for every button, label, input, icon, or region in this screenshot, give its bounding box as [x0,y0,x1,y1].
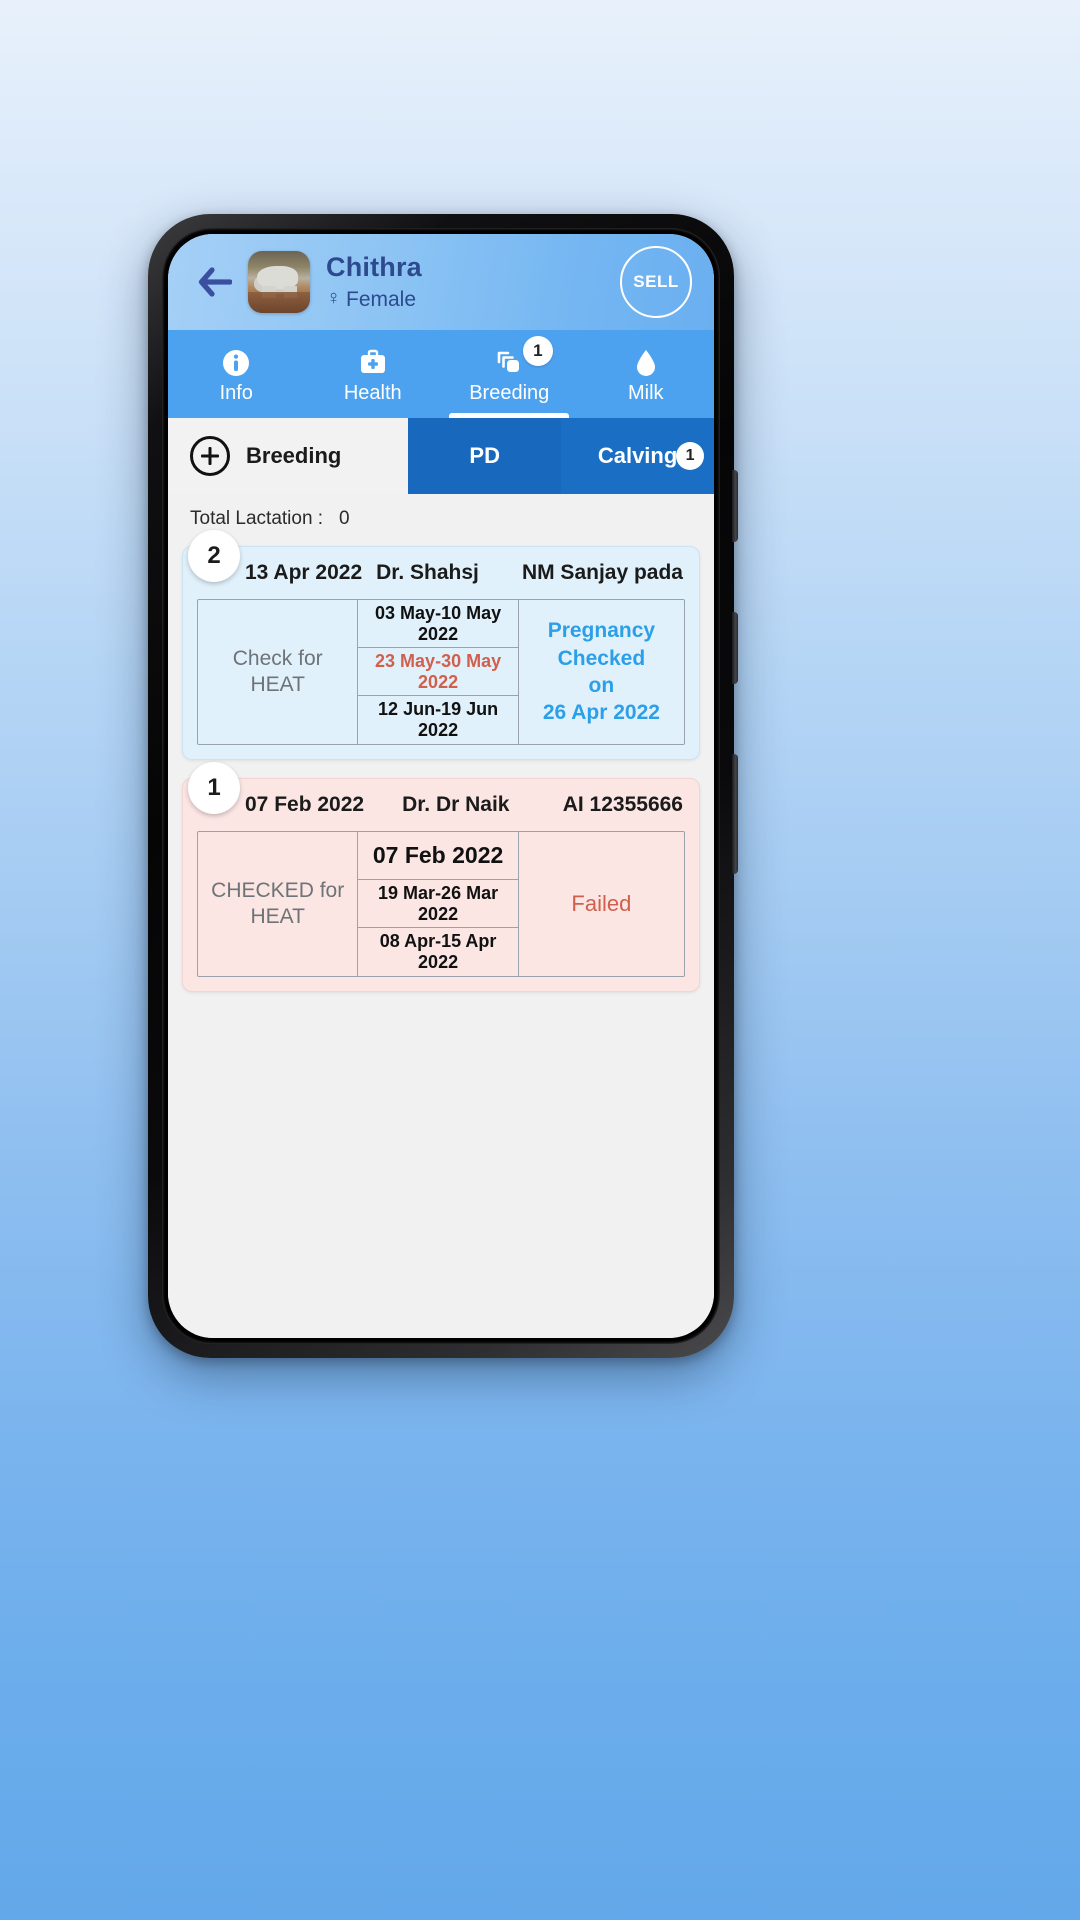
phone-frame: Chithra ♀ Female SELL Info Health Breedi… [148,214,738,1358]
record-status-line2: on [588,674,615,697]
volume-up-button[interactable] [732,470,738,542]
record-status: Pregnancy Checked on 26 Apr 2022 [519,600,684,744]
tab-health-label: Health [343,381,402,404]
copies-icon [494,348,524,378]
arrow-left-icon[interactable] [194,261,236,303]
tab-breeding-badge: 1 [522,336,553,366]
record-date-row: 08 Apr-15 Apr 2022 [379,931,497,972]
record-date: 13 Apr 2022 [245,561,363,584]
record-date-row: 19 Mar-26 Mar 2022 [358,880,518,928]
phone-screen: Chithra ♀ Female SELL Info Health Breedi… [168,234,714,1338]
animal-sex: ♀ Female [326,288,620,311]
total-lactation-value: 0 [338,508,350,529]
tab-info[interactable]: Info [168,330,305,418]
record-card[interactable]: 07 Feb 2022 Dr. Dr Naik AI 12355666 CHEC… [182,778,700,992]
sell-button[interactable]: SELL [620,246,692,318]
record-left-label: Check for HEAT [198,600,359,744]
medkit-icon [358,348,388,378]
app-header: Chithra ♀ Female SELL [168,234,714,330]
record-index-badge: 2 [188,530,240,582]
record-left-label-line2: HEAT [250,905,305,928]
animal-identity: Chithra ♀ Female [326,252,620,311]
record-date-row: 03 May-10 May 2022 [358,600,518,648]
record-left-label: CHECKED for HEAT [198,832,359,976]
record-left-label-line1: CHECKED for [211,878,345,902]
record-date-row: 07 Feb 2022 [358,832,518,880]
record-date-rows: 03 May-10 May 2022 23 May-30 May 2022 12… [358,600,519,744]
record-header: 13 Apr 2022 Dr. Shahsj NM Sanjay pada [183,547,699,599]
animal-sex-label: Female [346,287,417,311]
record-left-label-line2: HEAT [250,673,305,696]
record-card[interactable]: 13 Apr 2022 Dr. Shahsj NM Sanjay pada Ch… [182,546,700,760]
record-type: AI 12355666 [562,793,683,816]
tab-health[interactable]: Health [305,330,442,418]
record-index-badge: 1 [188,762,240,814]
female-icon: ♀ [326,287,341,310]
tab-info-label: Info [219,381,253,404]
subtab-calving-badge: 1 [676,442,705,470]
power-button[interactable] [732,754,738,874]
record-date: 07 Feb 2022 [245,793,365,816]
breeding-record[interactable]: 2 13 Apr 2022 Dr. Shahsj NM Sanjay pada … [182,530,700,760]
subtab-pd-label: PD [469,443,500,468]
droplet-icon [634,348,658,378]
plus-circle-icon [190,436,230,476]
record-status-line1: Pregnancy Checked [547,619,656,670]
tab-breeding[interactable]: Breeding 1 [441,330,578,418]
add-breeding-label: Breeding [246,443,342,468]
record-date-rows: 07 Feb 2022 19 Mar-26 Mar 2022 08 Apr-15… [358,832,519,976]
record-table: Check for HEAT 03 May-10 May 2022 23 May… [197,599,685,745]
sub-tab-bar: Breeding PD Calving 1 [168,418,714,494]
subtab-pd[interactable]: PD [408,418,562,494]
breeding-record[interactable]: 1 07 Feb 2022 Dr. Dr Naik AI 12355666 CH… [182,762,700,992]
avatar[interactable] [248,251,310,313]
subtab-calving-label: Calving [597,443,678,468]
phone-bezel: Chithra ♀ Female SELL Info Health Breedi… [162,228,720,1344]
record-status-line3: 26 Apr 2022 [542,701,660,725]
record-left-label-line1: Check for [232,646,323,670]
tab-breeding-label: Breeding [469,381,550,404]
record-status: Failed [519,832,684,976]
record-doctor: Dr. Shahsj [376,561,479,584]
volume-down-button[interactable] [732,612,738,684]
tab-milk-label: Milk [627,381,664,404]
record-doctor: Dr. Dr Naik [402,793,510,816]
add-breeding-button[interactable]: Breeding [168,418,409,494]
record-date-row: 12 Jun-19 Jun 2022 [378,699,499,740]
record-date-row: 23 May-30 May 2022 [358,648,518,696]
tab-milk[interactable]: Milk [578,330,715,418]
record-header: 07 Feb 2022 Dr. Dr Naik AI 12355666 [183,779,699,831]
main-tab-bar: Info Health Breeding 1 Milk [168,330,714,418]
info-icon [222,348,250,378]
record-table: CHECKED for HEAT 07 Feb 2022 19 Mar-26 M… [197,831,685,977]
breeding-list[interactable]: Total Lactation : 0 2 13 Apr 2022 Dr. Sh… [168,494,714,1338]
record-type: NM Sanjay pada [521,561,683,584]
page-title: Chithra [326,252,422,283]
record-status-line1: Failed [571,890,632,916]
subtab-calving[interactable]: Calving 1 [561,418,714,494]
total-lactation-label: Total Lactation : [190,508,324,529]
total-lactation: Total Lactation : 0 [168,494,714,540]
